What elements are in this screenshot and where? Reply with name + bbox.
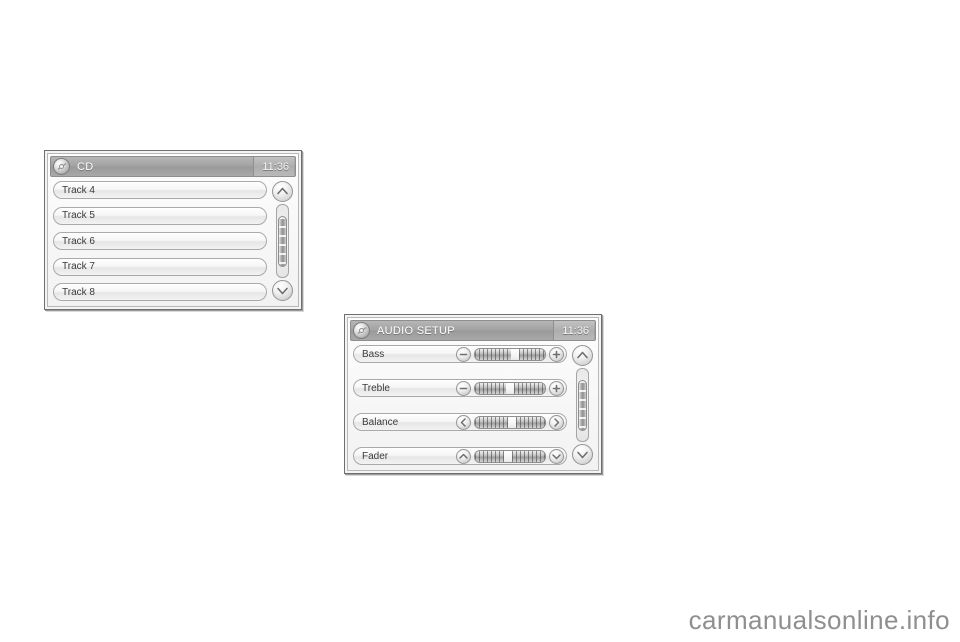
cd-clock: 11:36 xyxy=(253,157,294,176)
audio-setup-screen-device: AUDIO SETUP 11:36 Bass Treble Balance Fa… xyxy=(344,314,602,474)
minus-icon[interactable] xyxy=(456,346,471,362)
site-watermark: carmanualsonline.info xyxy=(688,605,950,635)
scroll-thumb[interactable] xyxy=(277,216,287,267)
audio-setup-title: AUDIO SETUP xyxy=(377,324,455,337)
chevron-right-icon[interactable] xyxy=(549,414,564,430)
scroll-up-button[interactable] xyxy=(571,345,593,366)
bass-controls xyxy=(456,346,564,362)
list-item[interactable]: Track 5 xyxy=(53,206,267,225)
list-item[interactable]: Track 7 xyxy=(53,257,267,276)
setting-label: Bass xyxy=(362,348,385,360)
audio-setup-scrollbar[interactable] xyxy=(571,345,593,465)
cd-scrollbar[interactable] xyxy=(271,181,293,301)
balance-controls xyxy=(456,414,564,430)
chevron-left-icon[interactable] xyxy=(456,414,471,430)
treble-slider[interactable] xyxy=(474,381,546,395)
scroll-down-button[interactable] xyxy=(571,444,593,465)
chevron-up-icon[interactable] xyxy=(456,448,471,464)
cd-screen-device: CD 11:36 Track 4 Track 5 Track 6 Track 7… xyxy=(44,150,302,310)
minus-icon[interactable] xyxy=(456,380,471,396)
list-item[interactable]: Track 4 xyxy=(53,181,267,199)
setting-row-bass[interactable]: Bass xyxy=(353,345,567,363)
cd-track-list: Track 4 Track 5 Track 6 Track 7 Track 8 xyxy=(53,181,267,301)
audio-setup-clock: 11:36 xyxy=(553,321,594,340)
cd-screen-body: Track 4 Track 5 Track 6 Track 7 Track 8 xyxy=(50,179,296,303)
fader-controls xyxy=(456,448,564,464)
list-item[interactable]: Track 8 xyxy=(53,283,267,301)
audio-setup-titlebar: AUDIO SETUP 11:36 xyxy=(350,320,596,341)
setting-row-treble[interactable]: Treble xyxy=(353,379,567,397)
cd-disc-icon xyxy=(53,158,70,175)
track-label: Track 6 xyxy=(62,235,95,247)
treble-controls xyxy=(456,380,564,396)
chevron-down-icon[interactable] xyxy=(549,448,564,464)
chevron-down-icon xyxy=(576,451,588,459)
track-label: Track 5 xyxy=(62,210,95,221)
audio-setup-list: Bass Treble Balance Fader xyxy=(353,345,567,465)
cd-titlebar: CD 11:36 xyxy=(50,156,296,177)
track-label: Track 7 xyxy=(62,261,95,272)
audio-disc-icon xyxy=(353,322,370,339)
track-label: Track 4 xyxy=(62,184,95,196)
scroll-down-button[interactable] xyxy=(271,280,293,301)
bass-slider[interactable] xyxy=(474,347,546,361)
scroll-track[interactable] xyxy=(575,368,589,442)
setting-label: Balance xyxy=(362,416,399,428)
plus-icon[interactable] xyxy=(549,380,564,396)
chevron-down-icon xyxy=(276,287,288,295)
scroll-track[interactable] xyxy=(275,204,289,278)
list-item[interactable]: Track 6 xyxy=(53,232,267,250)
cd-screen-inner: CD 11:36 Track 4 Track 5 Track 6 Track 7… xyxy=(47,153,299,307)
chevron-up-icon xyxy=(576,351,588,359)
setting-label: Fader xyxy=(362,450,389,462)
scroll-up-button[interactable] xyxy=(271,181,293,202)
chevron-up-icon xyxy=(276,187,288,195)
setting-label: Treble xyxy=(362,382,390,394)
balance-slider[interactable] xyxy=(474,415,546,429)
audio-setup-screen-body: Bass Treble Balance Fader xyxy=(350,343,596,467)
track-label: Track 8 xyxy=(62,286,95,298)
setting-row-balance[interactable]: Balance xyxy=(353,413,567,431)
cd-title: CD xyxy=(77,160,94,173)
fader-slider[interactable] xyxy=(474,449,546,463)
audio-setup-screen-inner: AUDIO SETUP 11:36 Bass Treble Balance Fa… xyxy=(347,317,599,471)
scroll-thumb[interactable] xyxy=(577,380,587,431)
setting-row-fader[interactable]: Fader xyxy=(353,447,567,465)
plus-icon[interactable] xyxy=(549,346,564,362)
